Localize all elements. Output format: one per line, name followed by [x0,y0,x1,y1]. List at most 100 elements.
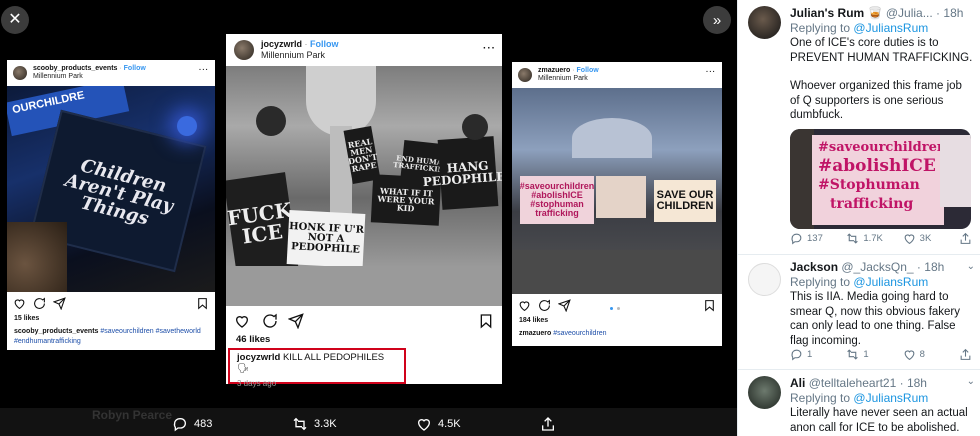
tweet-time[interactable]: 18h [924,260,944,274]
retweet-count: 1 [863,349,869,360]
replying-to-link[interactable]: @JuliansRum [853,21,928,35]
reply-count: 483 [194,418,213,430]
tweet-time[interactable]: 18h [943,6,963,20]
tweet-header: Julian's Rum 🥃 @Julia... · 18h [790,6,964,20]
post-photo: FUCK ICE HONK IF U'R NOT A PEDOPHILE REA… [226,66,502,306]
share-icon[interactable] [288,313,304,329]
avatar [234,40,254,60]
avatar[interactable] [748,376,781,409]
retweet-icon [293,417,307,431]
comment-icon[interactable] [262,313,278,329]
comment-icon[interactable] [538,299,551,312]
tweet-text: Literally have never seen an actual anon… [790,407,968,434]
tweet-actions: 1 1 8 [790,348,973,361]
retweet-button[interactable]: 3.3K [292,416,337,432]
bookmark-icon[interactable] [196,297,209,310]
post-location[interactable]: Millennium Park [261,50,325,60]
reply-count: 1 [807,349,813,360]
post-timestamp[interactable]: 3 days ago [237,379,397,388]
tweet-thread-sidebar: Julian's Rum 🥃 @Julia... · 18h Replying … [737,0,980,436]
like-button[interactable]: 8 [903,348,941,361]
highlighted-caption: jocyzwrld KILL ALL PEDOPHILES 🗣 3 days a… [228,348,406,388]
more-options-icon[interactable]: ··· [483,43,496,54]
post-location[interactable]: Millennium Park [538,75,588,82]
bookmark-icon[interactable] [478,313,494,329]
heart-icon [904,350,915,361]
post-photo: #saveourchildren #abolishICE #stophuman … [512,88,722,294]
post-location[interactable]: Millennium Park [33,73,83,80]
sign-text: HONK IF U'R NOT A PEDOPHILE [286,210,366,268]
caption-username[interactable]: scooby_products_events [14,328,98,335]
follow-button[interactable]: Follow [577,67,599,74]
avatar[interactable] [748,6,781,39]
heart-icon[interactable] [518,299,531,312]
reply-icon [791,349,802,361]
tweet-image[interactable]: #saveourchildren #abolishICE #Stophuman … [790,128,971,229]
next-arrow-icon[interactable]: » [703,6,731,34]
caption-username[interactable]: zmazuero [519,330,551,337]
caption-hashtags[interactable]: #saveourchildren [553,330,606,337]
display-name[interactable]: Julian's Rum [790,6,864,20]
tweet-2[interactable]: ⌄ Jackson @_JacksQn_ · 18h Replying to @… [738,255,980,370]
heart-icon [904,234,915,245]
post-username[interactable]: zmazuero [538,67,570,74]
user-handle[interactable]: @telltaleheart21 [809,376,897,390]
sign-text: HANG PEDOPHILES [422,136,502,210]
share-button[interactable] [959,348,973,361]
reply-button[interactable]: 137 [790,232,828,245]
more-options-icon[interactable]: ··· [199,67,209,74]
likes-count[interactable]: 15 likes [14,314,208,324]
follow-button[interactable]: Follow [124,65,146,72]
like-button[interactable]: 3K [903,232,941,245]
tweet-3[interactable]: ⌄ Ali @telltaleheart21 · 18h Replying to… [738,370,980,436]
share-icon[interactable] [53,297,66,310]
display-name[interactable]: Ali [790,376,805,390]
tweet-text: Whoever organized this frame job of Q su… [790,80,962,121]
replying-to-link[interactable]: @JuliansRum [853,391,928,405]
retweet-button[interactable]: 1 [846,348,884,361]
share-button[interactable] [540,416,556,432]
bookmark-icon[interactable] [703,299,716,312]
instagram-post-3: zmazuero · Follow Millennium Park ··· #s… [512,62,722,346]
retweet-button[interactable]: 1.7K [846,232,884,245]
tweet-time[interactable]: 18h [907,376,927,390]
name-badge: 🥃 [867,6,883,20]
post-photo: OURCHILDRE Children Aren't Play Things [7,86,215,292]
post-username[interactable]: jocyzwrld [261,39,302,49]
sign-text: SAVE OUR CHILDREN [654,180,716,222]
close-icon[interactable]: ✕ [1,6,29,34]
caption-username[interactable]: jocyzwrld [237,352,280,363]
follow-button[interactable]: Follow [310,39,339,49]
tweet-text: One of ICE's core duties is to PREVENT H… [790,37,973,64]
reply-button[interactable]: 1 [790,348,828,361]
retweet-count: 1.7K [863,233,883,244]
comment-icon[interactable] [33,297,46,310]
avatar [13,66,27,80]
share-icon[interactable] [558,299,571,312]
retweet-icon [847,233,859,244]
carousel-dots [610,305,624,310]
tweet-actions: 137 1.7K 3K [790,232,973,245]
instagram-post-2: jocyzwrld · Follow Millennium Park ··· F… [226,34,502,388]
display-name[interactable]: Jackson [790,260,838,274]
reply-button[interactable]: 483 [172,416,212,432]
more-options-icon[interactable]: ··· [706,69,716,76]
like-button[interactable]: 4.5K [416,416,461,432]
heart-icon[interactable] [13,297,26,310]
like-count: 3K [919,233,932,244]
post-username[interactable]: scooby_products_events [33,65,117,72]
avatar[interactable] [748,263,781,296]
likes-count[interactable]: 184 likes [519,316,715,326]
replying-to: Replying to @JuliansRum [790,21,929,35]
instagram-post-1: scooby_products_events · Follow Millenni… [7,60,215,350]
replying-to-link[interactable]: @JuliansRum [853,275,928,289]
user-handle[interactable]: @Julia... [886,6,933,20]
user-handle[interactable]: @_JacksQn_ [841,260,913,274]
share-button[interactable] [959,232,973,245]
likes-count[interactable]: 46 likes [236,334,492,345]
like-count: 8 [919,349,925,360]
tweet-1[interactable]: Julian's Rum 🥃 @Julia... · 18h Replying … [738,0,980,255]
avatar [518,68,532,82]
sign-text: #saveourchildren #abolishICE #stophuman … [520,176,594,224]
heart-icon[interactable] [234,313,250,329]
